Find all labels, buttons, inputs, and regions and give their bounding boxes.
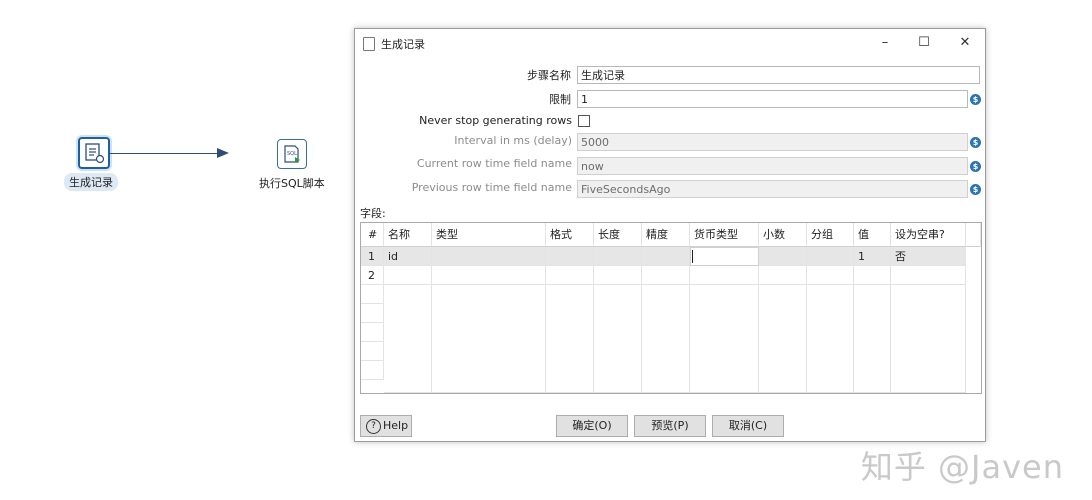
length-cell[interactable] <box>594 266 642 285</box>
previous-row-time-input[interactable]: FiveSecondsAgo <box>577 180 968 198</box>
group-cell[interactable] <box>807 247 854 266</box>
dialog-titlebar[interactable]: 生成记录 – ☐ ✕ <box>355 29 985 57</box>
empty-cell <box>361 323 384 342</box>
column-header-type[interactable]: 类型 <box>432 223 546 247</box>
step-label-exec-sql[interactable]: 执行SQL脚本 <box>259 175 325 191</box>
ok-button[interactable]: 确定(O) <box>556 415 628 437</box>
column-header-format[interactable]: 格式 <box>546 223 594 247</box>
hop-line[interactable] <box>109 153 223 154</box>
interval-label: Interval in ms (delay) <box>454 134 572 147</box>
help-button[interactable]: ? Help <box>360 415 412 437</box>
empty-column <box>891 285 966 393</box>
text-caret <box>692 250 693 263</box>
empty-column <box>759 285 807 393</box>
step-name-label: 步骤名称 <box>527 69 571 82</box>
dialog-app-icon <box>363 37 375 51</box>
current-row-time-variable-icon[interactable]: $ <box>970 161 981 172</box>
row-index-cell[interactable]: 2 <box>361 266 384 285</box>
group-cell[interactable] <box>807 266 854 285</box>
set-empty-cell[interactable]: 否 <box>891 247 966 266</box>
limit-variable-icon[interactable]: $ <box>970 94 981 105</box>
dialog-title: 生成记录 <box>381 38 425 51</box>
interval-input[interactable]: 5000 <box>577 133 968 151</box>
empty-column <box>854 285 891 393</box>
column-header-filler <box>966 223 981 247</box>
sql-icon-text: SQL <box>287 151 297 157</box>
generate-rows-step-icon[interactable] <box>78 137 110 169</box>
decimal-cell[interactable] <box>759 247 807 266</box>
empty-cell <box>361 285 384 304</box>
previous-row-time-label: Previous row time field name <box>411 181 572 194</box>
column-header-name[interactable]: 名称 <box>384 223 432 247</box>
empty-column <box>594 285 642 393</box>
name-cell[interactable] <box>384 266 432 285</box>
precision-cell[interactable] <box>642 247 690 266</box>
empty-cell <box>361 361 384 380</box>
column-header-value[interactable]: 值 <box>854 223 891 247</box>
column-header-length[interactable]: 长度 <box>594 223 642 247</box>
format-cell[interactable] <box>546 266 594 285</box>
help-button-label: Help <box>383 419 409 432</box>
cancel-button[interactable]: 取消(C) <box>712 415 784 437</box>
value-cell[interactable] <box>854 266 891 285</box>
type-cell[interactable] <box>432 266 546 285</box>
preview-button[interactable]: 预览(P) <box>634 415 706 437</box>
type-cell[interactable] <box>432 247 546 266</box>
step-name-input[interactable]: 生成记录 <box>577 66 980 84</box>
format-cell[interactable] <box>546 247 594 266</box>
current-row-time-input[interactable]: now <box>577 157 968 175</box>
column-header-precision[interactable]: 精度 <box>642 223 690 247</box>
current-row-time-label: Current row time field name <box>416 157 572 170</box>
decimal-cell[interactable] <box>759 266 807 285</box>
close-button[interactable]: ✕ <box>950 33 980 53</box>
currency-cell[interactable] <box>690 266 759 285</box>
empty-column <box>432 285 546 393</box>
empty-column <box>384 285 432 393</box>
precision-cell[interactable] <box>642 266 690 285</box>
previous-row-time-variable-icon[interactable]: $ <box>970 184 981 195</box>
never-stop-checkbox[interactable] <box>578 115 590 127</box>
fields-table[interactable]: # 名称 类型 格式 长度 精度 货币类型 小数 分组 值 设为空串? 1 id… <box>360 222 982 394</box>
step-label-generate-rows[interactable]: 生成记录 <box>64 173 118 191</box>
maximize-button[interactable]: ☐ <box>909 33 939 53</box>
name-cell[interactable]: id <box>384 247 432 266</box>
empty-cell <box>361 304 384 323</box>
column-header-index[interactable]: # <box>361 223 384 247</box>
hop-arrow-icon <box>217 148 229 158</box>
watermark: 知乎 @Javen <box>860 448 1064 486</box>
column-header-set-empty[interactable]: 设为空串? <box>891 223 966 247</box>
row-index-cell[interactable]: 1 <box>361 247 384 266</box>
empty-column <box>642 285 690 393</box>
empty-column <box>807 285 854 393</box>
limit-input[interactable]: 1 <box>577 90 968 108</box>
generate-rows-dialog: 生成记录 – ☐ ✕ 步骤名称 生成记录 限制 1 $ Never stop g… <box>354 28 986 442</box>
empty-cell <box>361 342 384 361</box>
fields-section-label: 字段: <box>360 207 386 220</box>
empty-column <box>690 285 759 393</box>
value-cell[interactable]: 1 <box>854 247 891 266</box>
limit-label: 限制 <box>549 93 571 106</box>
set-empty-cell[interactable] <box>891 266 966 285</box>
column-header-currency[interactable]: 货币类型 <box>690 223 759 247</box>
exec-sql-step-icon[interactable]: SQL <box>277 139 307 169</box>
currency-cell-editing[interactable] <box>690 247 759 266</box>
column-header-decimal[interactable]: 小数 <box>759 223 807 247</box>
empty-column <box>546 285 594 393</box>
interval-variable-icon[interactable]: $ <box>970 137 981 148</box>
column-header-group[interactable]: 分组 <box>807 223 854 247</box>
minimize-button[interactable]: – <box>870 33 900 53</box>
help-icon: ? <box>366 419 381 434</box>
never-stop-label: Never stop generating rows <box>419 114 572 127</box>
length-cell[interactable] <box>594 247 642 266</box>
